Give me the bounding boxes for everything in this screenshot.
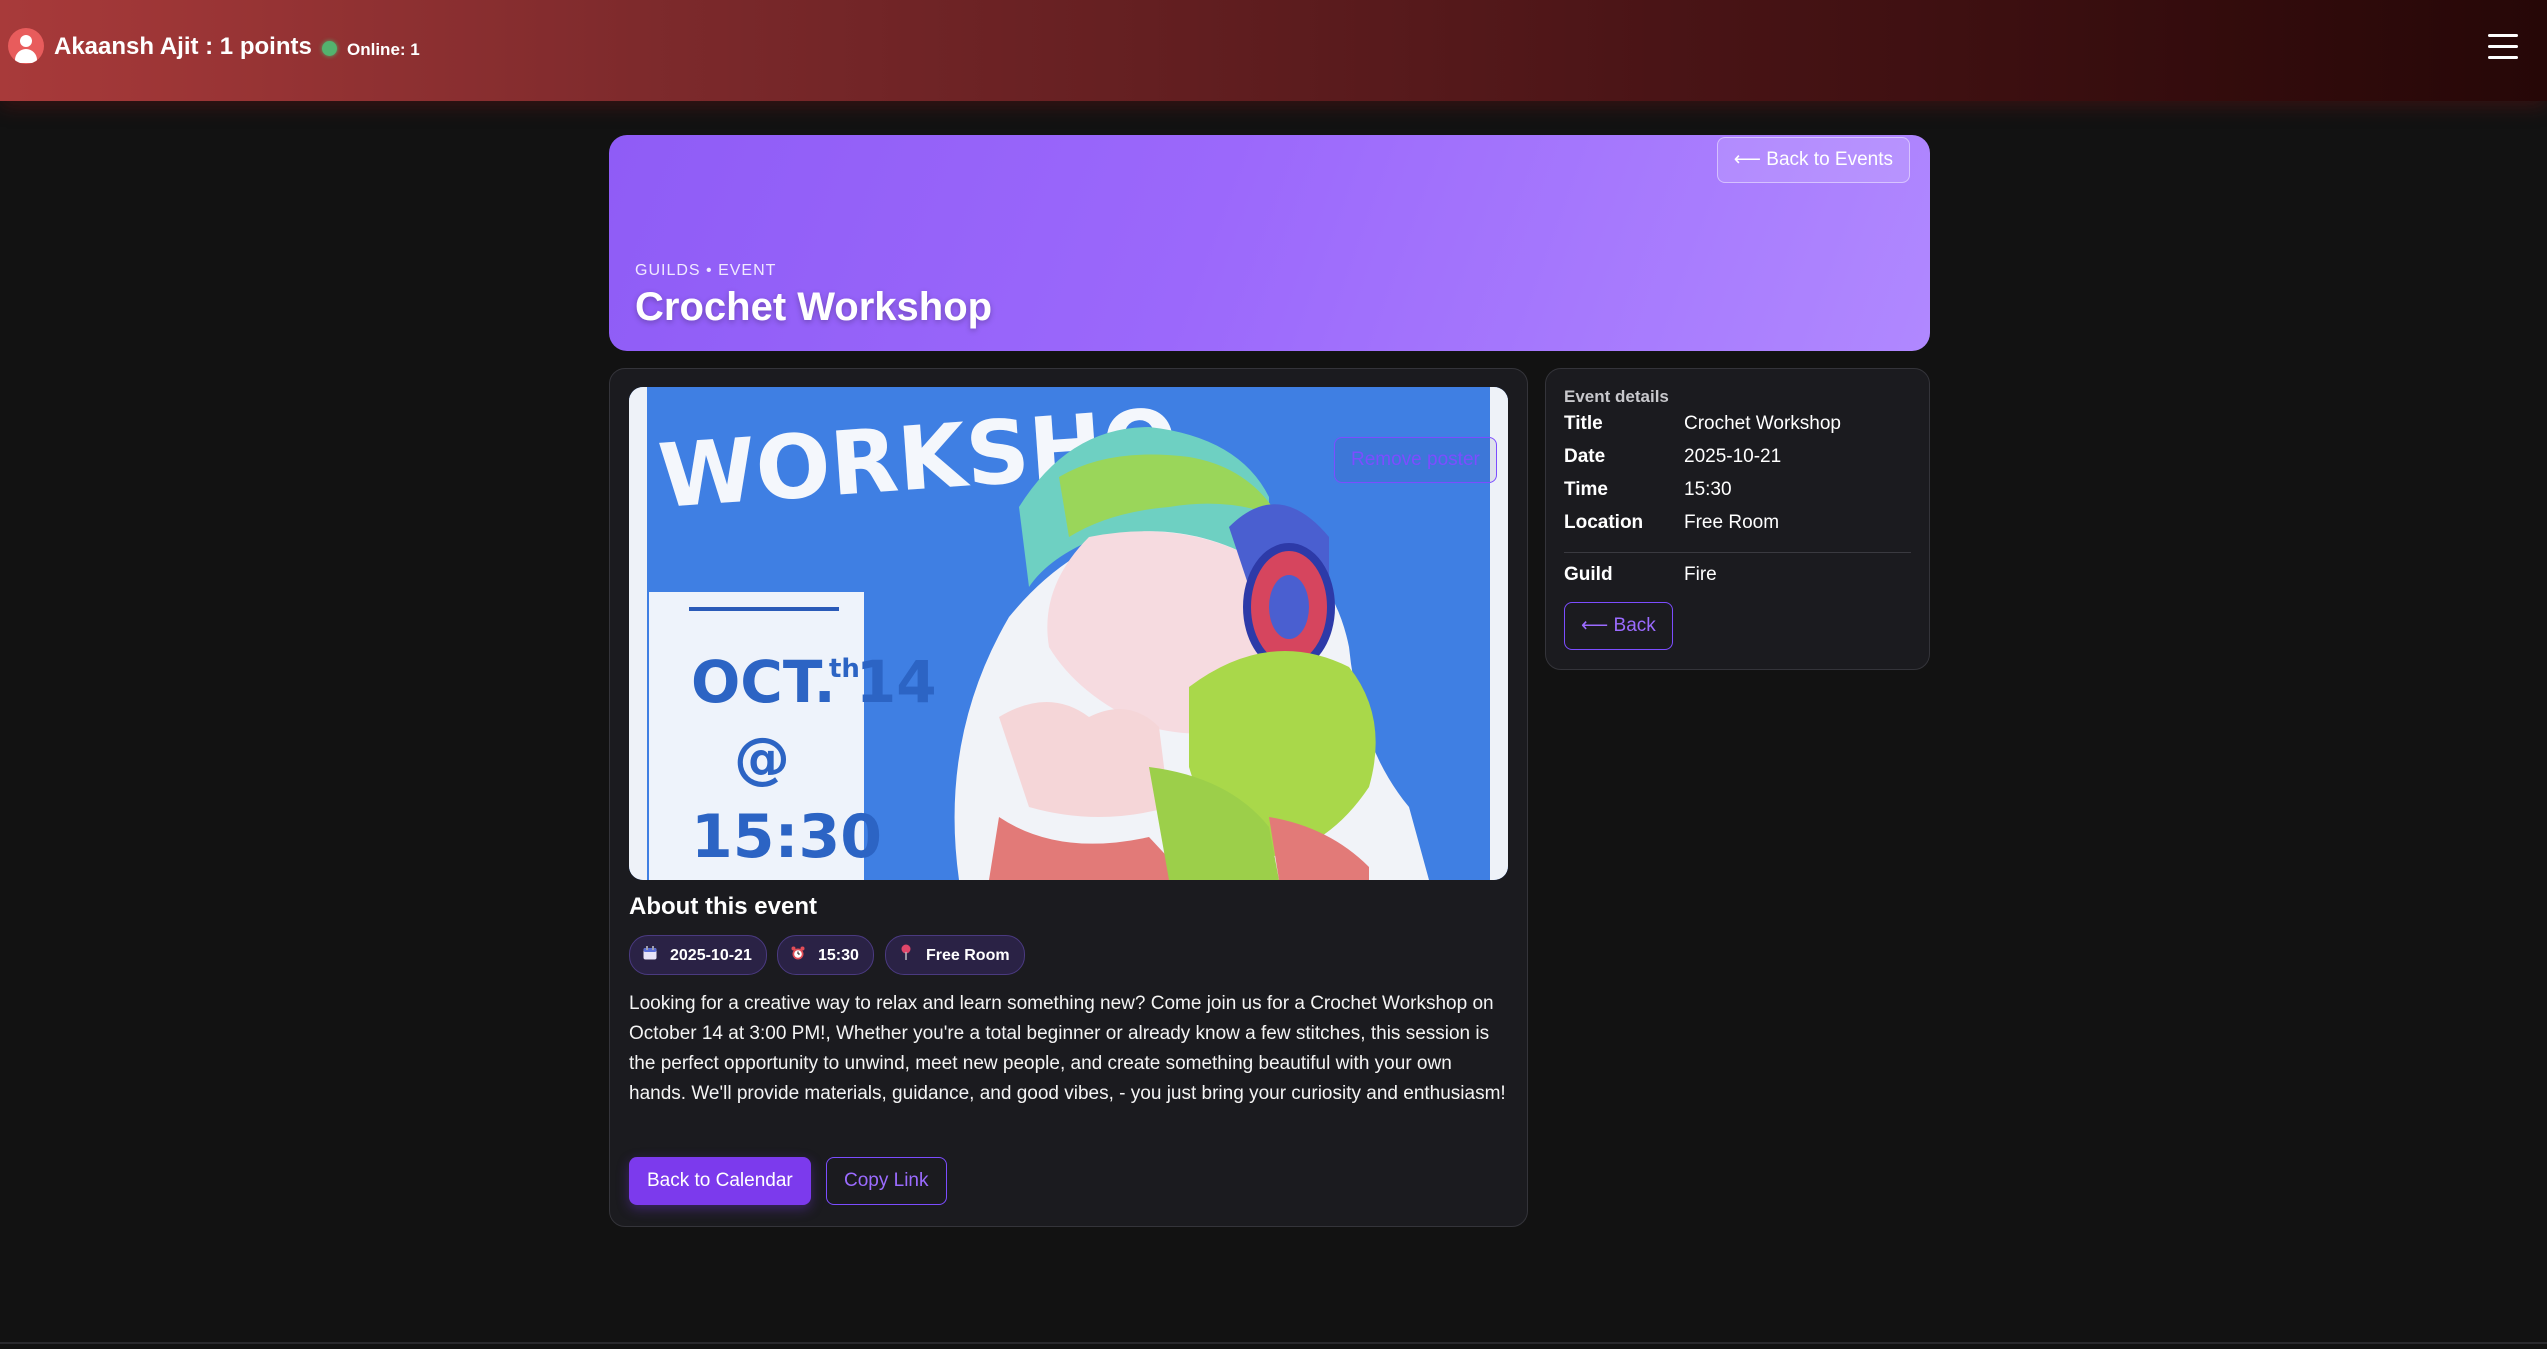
detail-guild-value: Fire [1684, 564, 1717, 585]
back-to-calendar-button[interactable]: Back to Calendar [629, 1157, 811, 1205]
event-poster-image: WORKSHO OCT. 14 th @ 15:30 Remove poster [629, 387, 1508, 880]
detail-title-value: Crochet Workshop [1684, 413, 1841, 434]
poster-at-art: @ [734, 726, 790, 791]
detail-date-key: Date [1564, 446, 1606, 467]
time-chip-label: 15:30 [818, 947, 859, 964]
user-avatar-icon[interactable] [8, 28, 44, 64]
alarm-clock-icon [790, 936, 806, 974]
breadcrumb: GUILDS • EVENT [635, 262, 777, 279]
time-chip: 15:30 [777, 935, 874, 975]
detail-location-key: Location [1564, 512, 1644, 533]
pin-icon [898, 936, 914, 974]
details-divider [1564, 552, 1911, 553]
hamburger-menu-icon[interactable] [2488, 34, 2518, 62]
detail-time-key: Time [1564, 479, 1609, 500]
back-to-events-button[interactable]: ⟵ Back to Events [1716, 137, 1910, 183]
date-chip: 2025-10-21 [629, 935, 767, 975]
page-title: Crochet Workshop [635, 285, 993, 329]
user-points-label: Akaansh Ajit : 1 points [54, 33, 312, 60]
remove-poster-button[interactable]: Remove poster [1334, 437, 1497, 483]
footer-divider [0, 1342, 2547, 1344]
event-details-heading: Event details [1564, 387, 1669, 406]
location-chip: Free Room [885, 935, 1025, 975]
back-button[interactable]: ⟵ Back [1564, 602, 1673, 650]
detail-date-value: 2025-10-21 [1684, 446, 1782, 467]
poster-date-sup: th [829, 654, 860, 684]
copy-link-button[interactable]: Copy Link [826, 1157, 947, 1205]
detail-location-value: Free Room [1684, 512, 1780, 533]
event-description: Looking for a creative way to relax and … [629, 993, 1506, 1104]
online-status-dot [322, 41, 337, 56]
poster-time-art: 15:30 [691, 802, 882, 872]
detail-guild-key: Guild [1564, 564, 1613, 585]
calendar-icon [642, 936, 658, 974]
detail-title-key: Title [1564, 413, 1603, 434]
date-chip-label: 2025-10-21 [670, 947, 752, 964]
online-count: Online: 1 [347, 40, 420, 59]
about-heading: About this event [629, 893, 818, 920]
event-hero-banner: ⟵ Back to Events GUILDS • EVENT Crochet … [609, 135, 1930, 351]
top-bar: Akaansh Ajit : 1 points Online: 1 [0, 0, 2547, 101]
detail-time-value: 15:30 [1684, 479, 1732, 500]
location-chip-label: Free Room [926, 947, 1010, 964]
poster-date-art: OCT. 14 [691, 648, 937, 716]
event-main-card: WORKSHO OCT. 14 th @ 15:30 Remove poster… [609, 368, 1528, 1227]
event-details-card: Event details Title Crochet Workshop Dat… [1545, 368, 1930, 670]
